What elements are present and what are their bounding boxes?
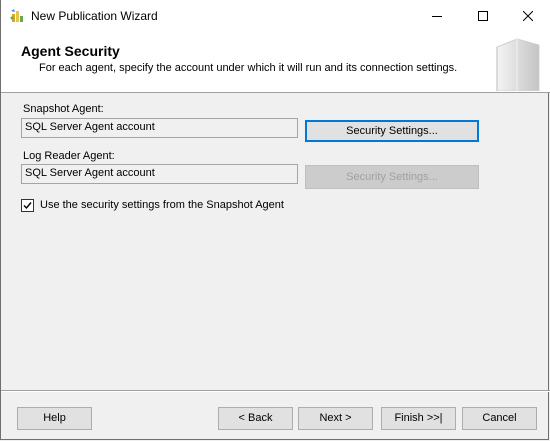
close-icon — [523, 10, 533, 21]
log-reader-agent-account-field: SQL Server Agent account — [21, 164, 298, 184]
help-button[interactable]: Help — [17, 407, 92, 430]
next-button[interactable]: Next > — [298, 407, 373, 430]
maximize-icon — [478, 10, 488, 21]
finish-button[interactable]: Finish >>| — [381, 407, 456, 430]
snapshot-security-settings-button[interactable]: Security Settings... — [305, 120, 479, 142]
page-subtitle: For each agent, specify the account unde… — [39, 62, 458, 74]
use-snapshot-settings-checkbox[interactable] — [21, 199, 34, 212]
footer-divider — [1, 390, 550, 392]
wizard-icon — [9, 8, 25, 24]
log-reader-agent-label: Log Reader Agent: — [23, 150, 115, 162]
minimize-button[interactable] — [414, 0, 460, 31]
use-snapshot-settings-label[interactable]: Use the security settings from the Snaps… — [40, 199, 284, 211]
minimize-icon — [432, 11, 442, 21]
window-title: New Publication Wizard — [31, 9, 158, 23]
snapshot-agent-label: Snapshot Agent: — [23, 103, 104, 115]
wizard-window: New Publication Wizard Agent Security Fo… — [0, 0, 550, 440]
title-bar[interactable]: New Publication Wizard — [1, 0, 550, 31]
cancel-button[interactable]: Cancel — [462, 407, 537, 430]
page-title: Agent Security — [21, 43, 120, 59]
log-reader-security-settings-button[interactable]: Security Settings... — [305, 165, 479, 189]
close-button[interactable] — [505, 0, 550, 31]
wizard-header: Agent Security For each agent, specify t… — [1, 31, 550, 93]
server-graphic — [487, 33, 543, 92]
maximize-button[interactable] — [460, 0, 506, 31]
snapshot-agent-account-field: SQL Server Agent account — [21, 118, 298, 138]
back-button[interactable]: < Back — [218, 407, 293, 430]
